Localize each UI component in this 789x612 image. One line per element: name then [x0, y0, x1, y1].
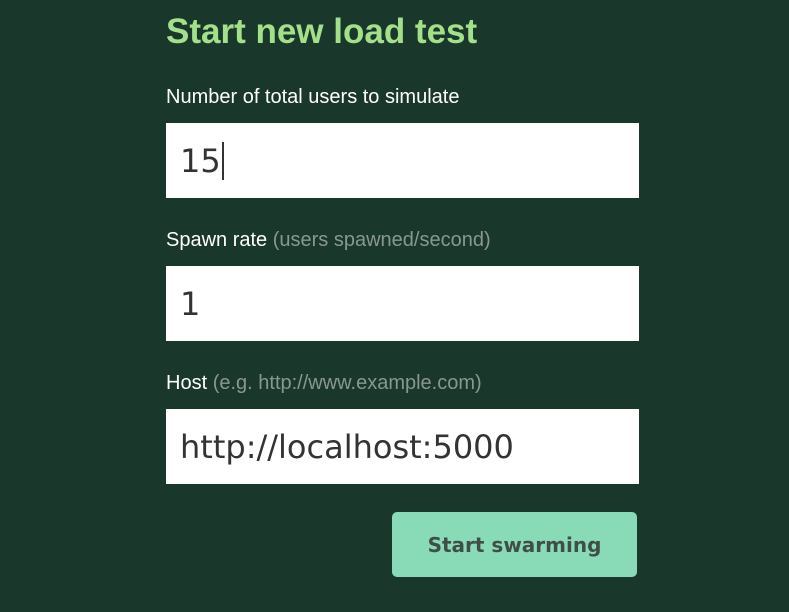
users-label-text: Number of total users to simulate	[166, 86, 460, 108]
start-swarming-button[interactable]: Start swarming	[392, 512, 637, 577]
text-cursor	[221, 141, 224, 180]
spawn-rate-label: Spawn rate (users spawned/second)	[166, 228, 491, 252]
host-input-value: http://localhost:5000	[180, 427, 514, 466]
spawn-rate-input-value: 1	[180, 284, 201, 323]
users-label: Number of total users to simulate	[166, 85, 459, 109]
host-label: Host (e.g. http://www.example.com)	[166, 371, 482, 395]
host-label-text: Host	[166, 372, 208, 394]
host-input[interactable]: http://localhost:5000	[166, 409, 639, 484]
start-swarming-button-label: Start swarming	[427, 532, 602, 557]
spawn-rate-hint: (users spawned/second)	[272, 229, 491, 251]
users-input-value: 15	[180, 141, 221, 180]
spawn-rate-input[interactable]: 1	[166, 266, 639, 341]
users-input[interactable]: 15	[166, 123, 639, 198]
form-title: Start new load test	[166, 12, 478, 51]
spawn-rate-label-text: Spawn rate	[166, 229, 268, 251]
host-hint: (e.g. http://www.example.com)	[212, 372, 482, 394]
